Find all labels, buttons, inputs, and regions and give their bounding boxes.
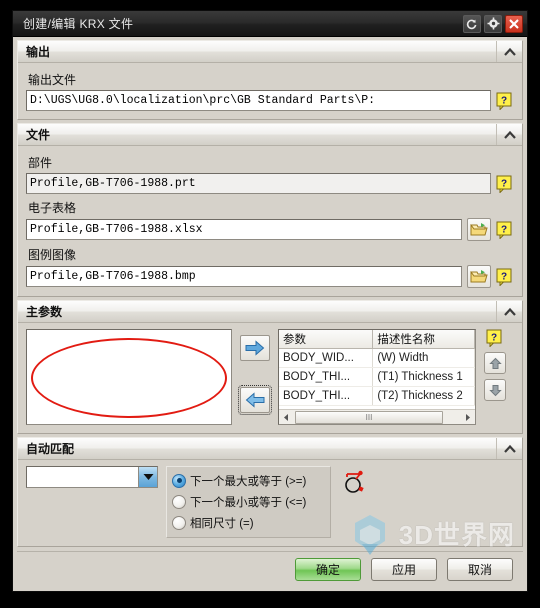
move-up-button[interactable] — [484, 352, 506, 374]
help-icon[interactable]: ? — [496, 175, 514, 194]
section-title-output: 输出 — [26, 45, 51, 59]
table-row[interactable]: BODY_WID... (W) Width — [279, 348, 475, 368]
radio-icon[interactable] — [172, 515, 186, 530]
output-file-input[interactable]: D:\UGS\UG8.0\localization\prc\GB Standar… — [26, 90, 491, 111]
radio-next-less-equal[interactable]: 下一个最小或等于 (<=) — [172, 491, 322, 512]
output-file-row: D:\UGS\UG8.0\localization\prc\GB Standar… — [26, 90, 514, 111]
params-table: 参数 描述性名称 BODY_WID... (W) Width BODY_THI.… — [279, 330, 475, 406]
mover-buttons — [238, 329, 272, 415]
reset-icon[interactable] — [463, 14, 481, 33]
titlebar-buttons — [463, 14, 523, 33]
image-label: 图例图像 — [28, 248, 77, 262]
section-header-output[interactable]: 输出 — [18, 41, 522, 63]
section-title-auto-match: 自动匹配 — [26, 442, 75, 456]
svg-text:?: ? — [501, 178, 507, 189]
window-title: 创建/编辑 KRX 文件 — [23, 17, 134, 31]
section-body-output: 输出文件 D:\UGS\UG8.0\localization\prc\GB St… — [18, 63, 522, 119]
radio-label: 下一个最大或等于 (>=) — [190, 475, 307, 488]
section-header-auto-match[interactable]: 自动匹配 — [18, 438, 522, 460]
krx-dialog: 创建/编辑 KRX 文件 输出 输出文件 D:\UGS\UG8.0\locali… — [12, 10, 528, 592]
screen: 创建/编辑 KRX 文件 输出 输出文件 D:\UGS\UG8.0\locali… — [0, 0, 540, 608]
table-row[interactable]: BODY_THI... (T1) Thickness 1 — [279, 367, 475, 387]
image-input[interactable]: Profile,GB-T706-1988.bmp — [26, 266, 462, 287]
part-row: Profile,GB-T706-1988.prt ? — [26, 173, 514, 194]
part-input[interactable]: Profile,GB-T706-1988.prt — [26, 173, 491, 194]
dialog-footer: 3D世界网 确定 应用 取消 — [17, 515, 523, 591]
spreadsheet-input[interactable]: Profile,GB-T706-1988.xlsx — [26, 219, 462, 240]
column-header-desc[interactable]: 描述性名称 — [372, 330, 475, 349]
gear-icon[interactable] — [484, 14, 502, 33]
chevron-up-icon[interactable] — [496, 438, 522, 459]
radio-icon[interactable] — [172, 494, 186, 509]
image-row: Profile,GB-T706-1988.bmp ? — [26, 265, 514, 288]
section-auto-match: 自动匹配 下一个最大或等于 (>=) 下一个最小或等于 (<=) 相同尺寸 (=… — [17, 437, 523, 547]
section-main-params: 主参数 参数 描述性名称 BODY_WID... (W) Width BODY_… — [17, 300, 523, 434]
spreadsheet-row: Profile,GB-T706-1988.xlsx ? — [26, 218, 514, 241]
table-side-buttons: ? — [482, 329, 508, 401]
scroll-left-icon[interactable] — [279, 411, 293, 424]
help-icon[interactable]: ? — [496, 268, 514, 287]
ok-button[interactable]: 确定 — [295, 558, 361, 581]
measure-tool-icon[interactable] — [343, 468, 369, 501]
section-body-files: 部件 Profile,GB-T706-1988.prt ? 电子表格 Profi… — [18, 146, 522, 296]
output-file-label: 输出文件 — [28, 73, 77, 87]
column-header-param[interactable]: 参数 — [279, 330, 374, 349]
scroll-track[interactable]: III — [293, 410, 461, 424]
chevron-up-icon[interactable] — [496, 41, 522, 62]
auto-match-select[interactable] — [26, 466, 158, 488]
help-icon[interactable]: ? — [486, 329, 504, 348]
close-icon[interactable] — [505, 14, 523, 33]
chevron-up-icon[interactable] — [496, 301, 522, 322]
section-title-files: 文件 — [26, 128, 51, 142]
move-right-button[interactable] — [240, 335, 270, 361]
section-title-main-params: 主参数 — [26, 305, 63, 319]
svg-text:?: ? — [501, 95, 507, 106]
table-header-row: 参数 描述性名称 — [279, 330, 475, 349]
table-row[interactable]: BODY_THI... (T2) Thickness 2 — [279, 386, 475, 406]
browse-folder-button[interactable] — [467, 218, 491, 241]
svg-text:?: ? — [501, 271, 507, 282]
help-icon[interactable]: ? — [496, 92, 514, 111]
radio-next-greater-equal[interactable]: 下一个最大或等于 (>=) — [172, 470, 322, 491]
cell-param: BODY_THI... — [279, 367, 374, 387]
cell-desc: (T2) Thickness 2 — [372, 386, 475, 406]
section-output: 输出 输出文件 D:\UGS\UG8.0\localization\prc\GB… — [17, 40, 523, 120]
svg-text:?: ? — [501, 224, 507, 235]
radio-selected-icon[interactable] — [172, 473, 186, 488]
svg-text:?: ? — [491, 333, 497, 344]
red-ellipse-annotation — [31, 338, 227, 418]
part-label: 部件 — [28, 156, 53, 170]
dialog-content: 输出 输出文件 D:\UGS\UG8.0\localization\prc\GB… — [13, 37, 527, 591]
titlebar: 创建/编辑 KRX 文件 — [13, 11, 527, 37]
move-down-button[interactable] — [484, 379, 506, 401]
spreadsheet-label: 电子表格 — [28, 201, 77, 215]
move-left-button[interactable] — [238, 385, 272, 415]
available-params-list[interactable] — [26, 329, 232, 425]
apply-button[interactable]: 应用 — [371, 558, 437, 581]
cell-param: BODY_THI... — [279, 386, 374, 406]
match-mode-radio-group: 下一个最大或等于 (>=) 下一个最小或等于 (<=) 相同尺寸 (=) — [166, 466, 331, 538]
radio-same-size[interactable]: 相同尺寸 (=) — [172, 512, 322, 533]
horizontal-scrollbar[interactable]: III — [279, 409, 475, 424]
section-header-files[interactable]: 文件 — [18, 124, 522, 146]
chevron-down-icon[interactable] — [138, 467, 157, 487]
cell-desc: (W) Width — [372, 348, 475, 368]
section-body-main-params: 参数 描述性名称 BODY_WID... (W) Width BODY_THI.… — [18, 323, 522, 433]
browse-folder-button[interactable] — [467, 265, 491, 288]
radio-label: 下一个最小或等于 (<=) — [190, 496, 307, 509]
scroll-thumb[interactable]: III — [295, 410, 443, 424]
help-icon[interactable]: ? — [496, 221, 514, 240]
selected-params-table[interactable]: 参数 描述性名称 BODY_WID... (W) Width BODY_THI.… — [278, 329, 476, 425]
section-header-main-params[interactable]: 主参数 — [18, 301, 522, 323]
section-files: 文件 部件 Profile,GB-T706-1988.prt ? 电子表格 Pr… — [17, 123, 523, 297]
radio-label: 相同尺寸 (=) — [190, 517, 254, 530]
chevron-up-icon[interactable] — [496, 124, 522, 145]
scroll-right-icon[interactable] — [461, 411, 475, 424]
cancel-button[interactable]: 取消 — [447, 558, 513, 581]
cell-desc: (T1) Thickness 1 — [372, 367, 475, 387]
cell-param: BODY_WID... — [279, 348, 374, 368]
section-body-auto-match: 下一个最大或等于 (>=) 下一个最小或等于 (<=) 相同尺寸 (=) — [18, 460, 522, 546]
